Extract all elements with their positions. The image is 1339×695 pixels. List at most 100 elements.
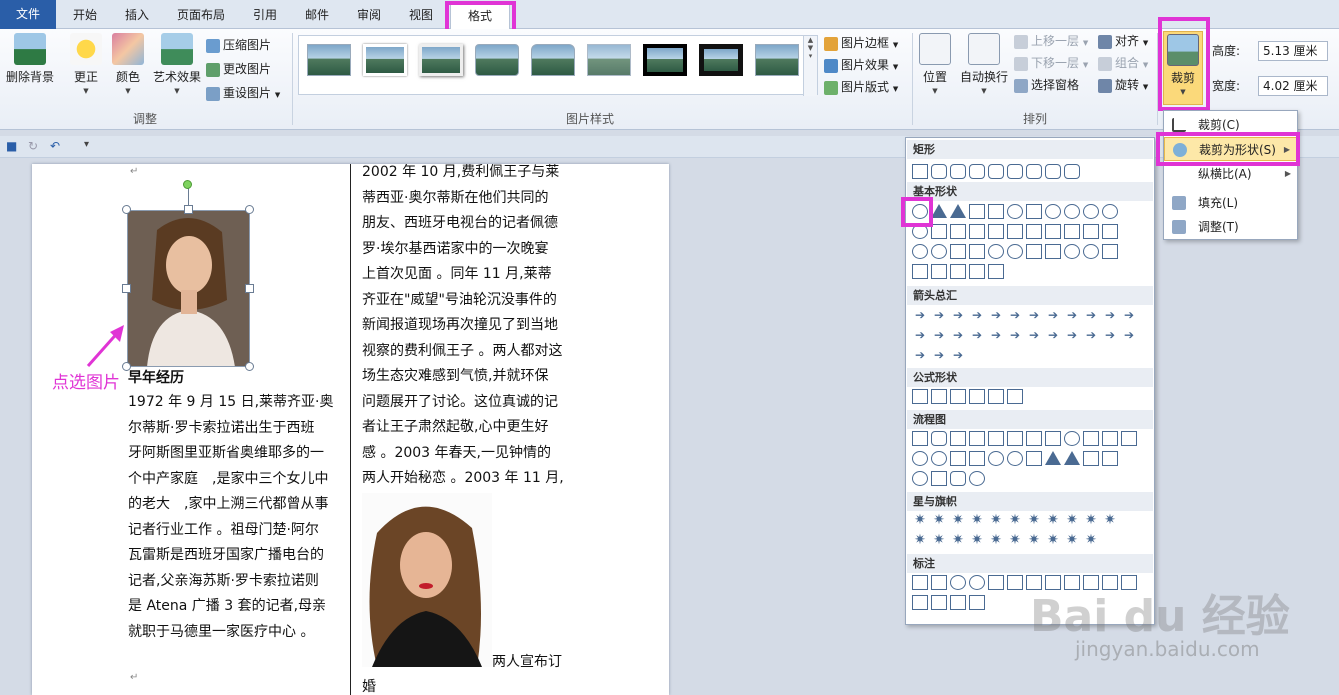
shape-option[interactable] bbox=[912, 513, 928, 528]
shape-option[interactable] bbox=[1102, 328, 1118, 343]
shape-option[interactable] bbox=[950, 513, 966, 528]
shape-option[interactable] bbox=[1007, 513, 1023, 528]
corrections-button[interactable]: 更正 ▼ bbox=[66, 33, 106, 95]
shape-option[interactable] bbox=[950, 595, 966, 610]
shape-option[interactable] bbox=[931, 164, 947, 179]
shape-option[interactable] bbox=[1026, 451, 1042, 466]
resize-handle[interactable] bbox=[245, 205, 254, 214]
shape-option[interactable] bbox=[1064, 244, 1080, 259]
shape-option[interactable] bbox=[969, 595, 985, 610]
shape-option[interactable] bbox=[1102, 513, 1118, 528]
shape-option[interactable] bbox=[1083, 224, 1099, 239]
picture-border-button[interactable]: 图片边框 ▼ bbox=[824, 32, 898, 54]
shape-option[interactable] bbox=[1026, 164, 1042, 179]
shape-option[interactable] bbox=[931, 431, 947, 446]
shape-option[interactable] bbox=[1102, 204, 1118, 219]
shape-option[interactable] bbox=[931, 451, 947, 466]
shape-option[interactable] bbox=[988, 328, 1004, 343]
shape-option[interactable] bbox=[1083, 204, 1099, 219]
shape-option[interactable] bbox=[1026, 308, 1042, 323]
shape-option[interactable] bbox=[969, 308, 985, 323]
shape-option[interactable] bbox=[931, 389, 947, 404]
shape-option[interactable] bbox=[1007, 328, 1023, 343]
style-thumb[interactable] bbox=[755, 44, 799, 76]
shape-option[interactable] bbox=[950, 164, 966, 179]
group-button[interactable]: 组合 ▼ bbox=[1098, 52, 1148, 74]
shape-option[interactable] bbox=[1045, 224, 1061, 239]
shape-option[interactable] bbox=[1064, 431, 1080, 446]
shape-option[interactable] bbox=[1064, 451, 1080, 465]
shape-option[interactable] bbox=[988, 264, 1004, 279]
shape-option[interactable] bbox=[988, 431, 1004, 446]
style-thumb[interactable] bbox=[307, 44, 351, 76]
shape-option[interactable] bbox=[969, 575, 985, 590]
resize-handle[interactable] bbox=[245, 284, 254, 293]
shape-option[interactable] bbox=[988, 575, 1004, 590]
shape-option[interactable] bbox=[969, 451, 985, 466]
customize-qat-icon[interactable]: ▾ bbox=[84, 139, 89, 150]
second-portrait-photo[interactable] bbox=[362, 493, 492, 667]
shape-option[interactable] bbox=[912, 224, 928, 239]
shape-option[interactable] bbox=[950, 348, 966, 363]
shape-option[interactable] bbox=[1045, 204, 1061, 219]
shape-option[interactable] bbox=[969, 328, 985, 343]
shape-option[interactable] bbox=[1007, 431, 1023, 446]
shape-option[interactable] bbox=[969, 244, 985, 259]
style-thumb[interactable] bbox=[363, 44, 407, 76]
shape-option[interactable] bbox=[1045, 164, 1061, 179]
artistic-effects-button[interactable]: 艺术效果 ▼ bbox=[150, 33, 204, 95]
shape-option[interactable] bbox=[969, 204, 985, 219]
change-picture-button[interactable]: 更改图片 bbox=[206, 58, 271, 80]
shape-option[interactable] bbox=[1102, 224, 1118, 239]
shape-option[interactable] bbox=[1102, 244, 1118, 259]
shape-option[interactable] bbox=[988, 389, 1004, 404]
shape-option[interactable] bbox=[912, 348, 928, 363]
shape-option[interactable] bbox=[950, 575, 966, 590]
shape-option[interactable] bbox=[912, 389, 928, 404]
shape-option[interactable] bbox=[1102, 308, 1118, 323]
shape-option[interactable] bbox=[931, 575, 947, 590]
resize-handle[interactable] bbox=[184, 205, 193, 214]
position-button[interactable]: 位置 ▼ bbox=[916, 33, 954, 95]
resize-handle[interactable] bbox=[122, 284, 131, 293]
shape-option[interactable] bbox=[1064, 164, 1080, 179]
shape-option[interactable] bbox=[931, 264, 947, 279]
shape-option[interactable] bbox=[931, 533, 947, 548]
shape-option[interactable] bbox=[931, 308, 947, 323]
resize-handle[interactable] bbox=[245, 362, 254, 371]
shape-option[interactable] bbox=[969, 164, 985, 179]
shape-option[interactable] bbox=[1026, 328, 1042, 343]
shape-option[interactable] bbox=[1083, 328, 1099, 343]
shape-option[interactable] bbox=[950, 244, 966, 259]
shape-option[interactable] bbox=[1064, 513, 1080, 528]
shape-option[interactable] bbox=[1083, 533, 1099, 548]
picture-styles-gallery[interactable]: ▲ ▼ ▾ bbox=[298, 35, 818, 96]
shape-option[interactable] bbox=[1007, 389, 1023, 404]
style-thumb[interactable] bbox=[531, 44, 575, 76]
compress-pictures-button[interactable]: 压缩图片 bbox=[206, 34, 271, 56]
shape-option[interactable] bbox=[1102, 431, 1118, 446]
shape-option[interactable] bbox=[931, 348, 947, 363]
shape-option[interactable] bbox=[1045, 308, 1061, 323]
style-thumb[interactable] bbox=[699, 44, 743, 76]
height-input[interactable]: 5.13 厘米 bbox=[1258, 41, 1328, 61]
shape-option[interactable] bbox=[1083, 513, 1099, 528]
wrap-text-button[interactable]: 自动换行 ▼ bbox=[958, 33, 1010, 95]
resize-handle[interactable] bbox=[122, 205, 131, 214]
shape-option[interactable] bbox=[1007, 575, 1023, 590]
redo-icon[interactable]: ↻ bbox=[28, 139, 38, 153]
undo-icon[interactable]: ↶ bbox=[50, 139, 60, 153]
remove-background-button[interactable]: 删除背景 bbox=[4, 33, 56, 85]
shape-option[interactable] bbox=[969, 431, 985, 446]
shape-option[interactable] bbox=[931, 513, 947, 528]
shape-option[interactable] bbox=[1007, 164, 1023, 179]
shape-option[interactable] bbox=[1083, 244, 1099, 259]
shape-option[interactable] bbox=[969, 389, 985, 404]
tab-insert[interactable]: 插入 bbox=[114, 3, 160, 29]
shape-option[interactable] bbox=[1064, 533, 1080, 548]
crop-button[interactable]: 裁剪 ▼ bbox=[1163, 31, 1203, 105]
shape-option[interactable] bbox=[1064, 224, 1080, 239]
shape-option[interactable] bbox=[1064, 308, 1080, 323]
shape-option[interactable] bbox=[950, 204, 966, 218]
shape-option[interactable] bbox=[988, 244, 1004, 259]
